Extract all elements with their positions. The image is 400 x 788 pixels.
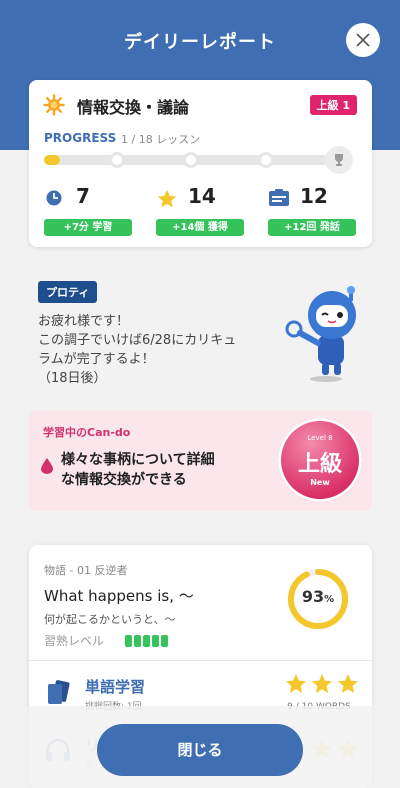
cando-line: な情報交換ができる bbox=[61, 472, 187, 488]
stat-study-time: 7 +7分 学習 bbox=[44, 184, 134, 238]
vocab-title[interactable]: 単語学習 bbox=[85, 676, 145, 697]
percent-unit: % bbox=[324, 594, 335, 605]
close-button[interactable] bbox=[346, 23, 380, 57]
progress-card: 情報交換・議論 上級 1 PROGRESS 1 / 18 レッスン 7 +7分 … bbox=[29, 80, 372, 247]
star-icon bbox=[338, 674, 358, 693]
level-badge: 上級 1 bbox=[309, 95, 357, 115]
level-number: Level 8 bbox=[307, 434, 333, 442]
close-icon bbox=[356, 33, 370, 47]
mastery-label: 習熟レベル bbox=[44, 634, 105, 648]
lesson-title: 情報交換・議論 bbox=[77, 98, 190, 117]
progress-milestone bbox=[258, 152, 274, 168]
mastery-bar bbox=[152, 635, 159, 647]
stat-stars: 14 +14個 獲得 bbox=[156, 184, 246, 238]
cando-line: 様々な事柄について詳細 bbox=[61, 452, 215, 468]
flashcards-icon bbox=[48, 680, 70, 704]
progress-milestone bbox=[183, 152, 199, 168]
level-name: 上級 bbox=[297, 452, 342, 477]
progress-fill bbox=[44, 155, 61, 165]
clock-icon bbox=[46, 190, 62, 206]
mastery-level-bars bbox=[125, 635, 168, 647]
level-new-badge: New bbox=[310, 478, 330, 487]
mastery-bar bbox=[161, 635, 168, 647]
mastery-bar bbox=[125, 635, 132, 647]
key-phrase: What happens is, 〜 bbox=[44, 587, 194, 605]
stat-value: 14 bbox=[188, 184, 216, 208]
percent-value: 93 bbox=[301, 587, 325, 606]
completion-percent: 93% bbox=[286, 587, 350, 606]
trophy-icon bbox=[325, 146, 353, 174]
sun-icon bbox=[43, 94, 65, 116]
rating-stars bbox=[286, 674, 358, 693]
progress-milestone bbox=[109, 152, 125, 168]
message-line: この調子でいけば6/28にカリキュ bbox=[38, 333, 237, 348]
message-line: お疲れ様です！ bbox=[38, 314, 130, 329]
mastery-bar bbox=[134, 635, 141, 647]
divider bbox=[29, 660, 372, 661]
stat-utterances: 12 +12回 発話 bbox=[268, 184, 358, 238]
story-title: 物語 - 01 反逆者 bbox=[44, 564, 128, 577]
progress-count: 1 / 18 レッスン bbox=[121, 133, 201, 146]
stat-value: 12 bbox=[300, 184, 328, 208]
cando-text: 様々な事柄について詳細 な情報交換ができる bbox=[61, 450, 261, 490]
progress-label: PROGRESS bbox=[44, 131, 117, 145]
robot-mascot-icon bbox=[285, 286, 356, 382]
mascot-name-tag: プロティ bbox=[38, 281, 98, 303]
star-icon bbox=[312, 674, 332, 693]
level-medal: Level 8 上級 New bbox=[278, 418, 362, 502]
stat-value: 7 bbox=[76, 184, 90, 208]
stat-delta: +7分 学習 bbox=[44, 219, 132, 236]
mastery-bar bbox=[143, 635, 150, 647]
stat-delta: +14個 獲得 bbox=[156, 219, 244, 236]
star-icon bbox=[286, 674, 306, 693]
page-title: デイリーレポート bbox=[124, 32, 276, 53]
cando-card[interactable]: 学習中のCan-do 様々な事柄について詳細 な情報交換ができる Level 8… bbox=[29, 410, 372, 511]
message-line: ラムが完了するよ！ bbox=[38, 352, 155, 367]
star-icon bbox=[157, 189, 177, 208]
close-report-button[interactable]: 閉じる bbox=[97, 724, 303, 776]
mascot-message: お疲れ様です！ この調子でいけば6/28にカリキュ ラムが完了するよ！ （18日… bbox=[38, 312, 283, 388]
speech-card-icon bbox=[269, 189, 289, 206]
message-line: （18日後） bbox=[38, 371, 107, 386]
key-phrase-translation: 何が起こるかというと、〜 bbox=[44, 613, 176, 626]
cando-label: 学習中のCan-do bbox=[43, 426, 131, 439]
drop-icon bbox=[41, 458, 53, 474]
stat-delta: +12回 発話 bbox=[268, 219, 356, 236]
